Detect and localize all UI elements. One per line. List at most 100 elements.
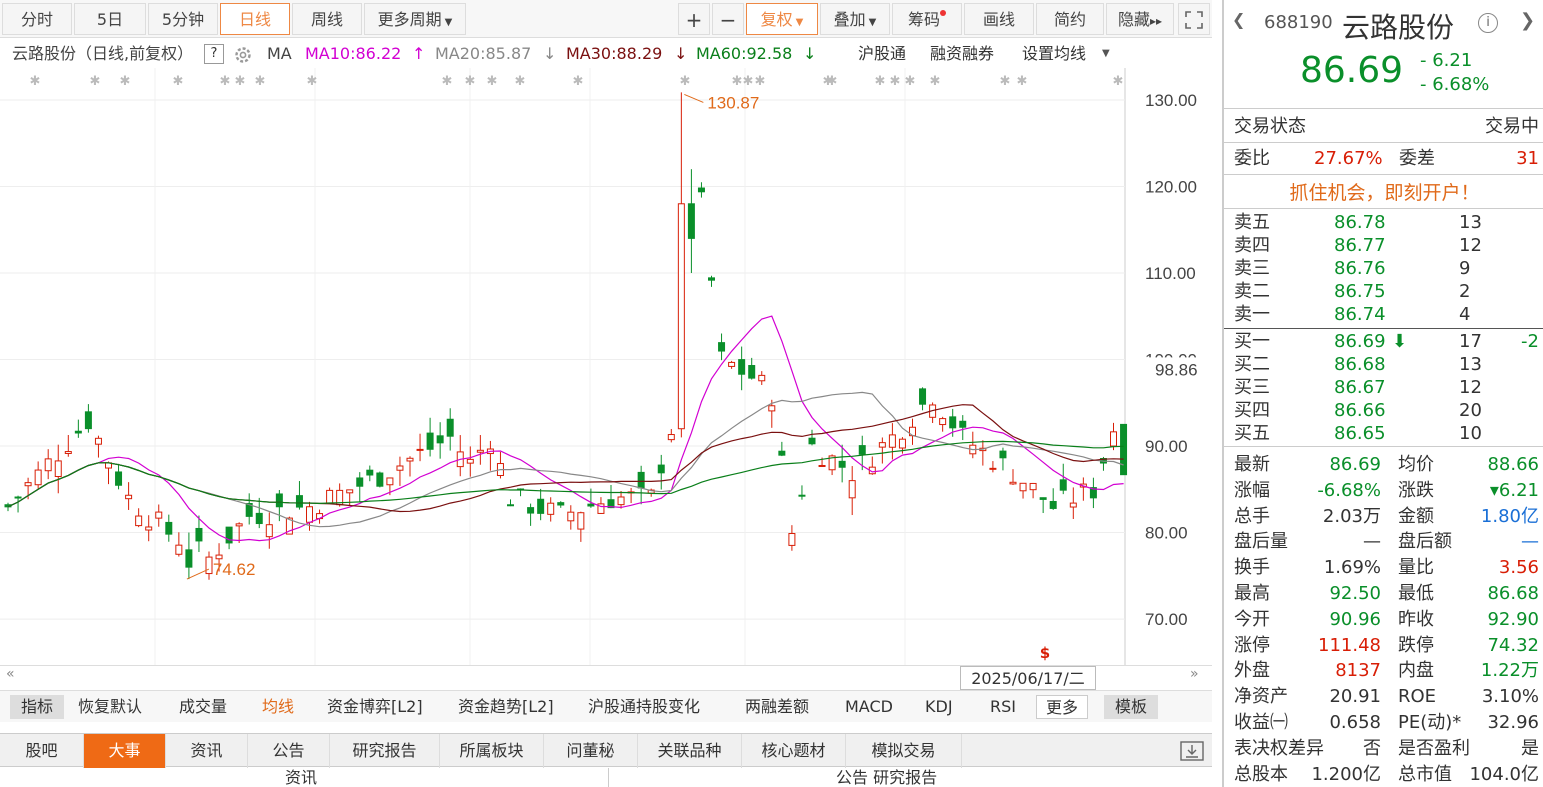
candle-body (989, 467, 997, 470)
ask-price: 86.77 (1334, 235, 1386, 256)
draw-button[interactable]: 画线 (964, 3, 1034, 35)
ma10-value: MA10:86.22 (305, 44, 402, 63)
ask-row[interactable]: 卖一 86.74 4 (1234, 303, 1539, 326)
ask-level: 卖二 (1234, 281, 1270, 302)
ask-row[interactable]: 卖三 86.76 9 (1234, 257, 1539, 280)
period-daily[interactable]: 日线 (220, 3, 290, 35)
indicator-tab[interactable]: 沪股通持股变化 (588, 695, 700, 719)
fullscreen-icon[interactable] (1178, 3, 1210, 35)
ask-row[interactable]: 卖二 86.75 2 (1234, 280, 1539, 303)
chevron-down-icon: ▼ (795, 17, 804, 28)
ask-volume: 2 (1459, 281, 1471, 302)
bid-row[interactable]: 买二 86.68 13 (1234, 353, 1539, 376)
zoom-out-button[interactable]: − (712, 3, 744, 35)
ask-row[interactable]: 卖五 86.78 13 (1234, 211, 1539, 234)
tab-guba[interactable]: 股吧 (0, 734, 84, 768)
tab-themes[interactable]: 核心题材 (742, 734, 846, 768)
scroll-left-icon[interactable]: « (6, 666, 15, 682)
weicha-value: 31 (1516, 148, 1539, 169)
tab-sectors[interactable]: 所属板块 (440, 734, 544, 768)
event-marker-icon: ✱ (890, 74, 901, 89)
candle-body (346, 489, 354, 494)
event-marker-icon: ✱ (173, 74, 184, 89)
indicator-tab[interactable]: 恢复默认 (78, 695, 142, 719)
download-icon[interactable] (1180, 741, 1204, 761)
scroll-right-icon[interactable]: » (1190, 666, 1199, 682)
tab-research[interactable]: 研究报告 (330, 734, 440, 768)
indicator-tab[interactable]: 成交量 (179, 695, 227, 719)
bid-row[interactable]: 买三 86.67 12 (1234, 376, 1539, 399)
stat-row: 表决权差异 否 是否盈利 是 (1234, 736, 1539, 762)
candle-body (64, 451, 72, 454)
indicator-tab[interactable]: 资金趋势[L2] (458, 695, 554, 719)
hgt-link[interactable]: 沪股通 (858, 40, 906, 68)
indicator-tab[interactable]: 均线 (262, 695, 294, 719)
stat-label: 量比 (1398, 557, 1434, 579)
stat-label: 是否盈利 (1398, 737, 1470, 759)
ask-row[interactable]: 卖四 86.77 12 (1234, 234, 1539, 257)
bid-row[interactable]: 买五 86.65 10 (1234, 422, 1539, 445)
overlay-button[interactable]: 叠加 ▼ (820, 3, 890, 35)
template-button[interactable]: 模板 (1104, 695, 1158, 719)
indicator-tab[interactable]: 资金博弈[L2] (327, 695, 423, 719)
bid-row[interactable]: 买四 86.66 20 (1234, 399, 1539, 422)
candle-body (697, 187, 705, 193)
stat-row: 涨停 111.48 跌停 74.32 (1234, 633, 1539, 659)
tab-news[interactable]: 资讯 (166, 734, 248, 768)
tab-events[interactable]: 大事 (84, 734, 166, 768)
period-fenshi[interactable]: 分时 (2, 3, 72, 35)
candle-body (1039, 497, 1047, 500)
indicator-tab[interactable]: MACD (845, 695, 893, 719)
event-marker-icon: ✱ (235, 74, 246, 89)
news-panel-title: 资讯 (285, 768, 318, 787)
back-chevron-icon[interactable]: ❮ (1232, 10, 1245, 29)
indicator-tab[interactable]: 指标 (10, 695, 64, 719)
indicator-tab[interactable]: KDJ (925, 695, 953, 719)
hide-button[interactable]: 隐藏▸▸ (1106, 3, 1174, 35)
period-5min[interactable]: 5分钟 (148, 3, 218, 35)
tab-simulated[interactable]: 模拟交易 (846, 734, 962, 768)
adjust-button[interactable]: 复权 ▼ (746, 3, 818, 35)
tab-related[interactable]: 关联品种 (638, 734, 742, 768)
candle-body (1029, 482, 1037, 491)
forward-chevron-icon[interactable]: ❯ (1520, 10, 1535, 31)
chips-button[interactable]: 筹码 (892, 3, 962, 35)
news-tabs: 股吧 大事 资讯 公告 研究报告 所属板块 问董秘 关联品种 核心题材 模拟交易 (0, 733, 1212, 768)
event-marker-icon: ✱ (827, 74, 838, 89)
help-icon[interactable]: ? (204, 44, 224, 64)
period-weekly[interactable]: 周线 (292, 3, 362, 35)
simple-button[interactable]: 简约 (1036, 3, 1104, 35)
info-icon[interactable]: i (1478, 13, 1498, 33)
stat-value: 3.56 (1498, 557, 1539, 579)
zoom-in-button[interactable]: + (678, 3, 710, 35)
tab-announcements[interactable]: 公告 (248, 734, 330, 768)
candle-body (788, 533, 796, 546)
open-account-link[interactable]: 抓住机会，即刻开户！ (1224, 178, 1543, 205)
stat-label: 盘后额 (1398, 531, 1452, 553)
ma-setting-button[interactable]: 设置均线 (1022, 40, 1086, 68)
y-tick-label: 80.00 (1145, 524, 1188, 543)
stat-value: 2.03万 (1322, 505, 1381, 527)
candle-body (215, 554, 223, 560)
period-more[interactable]: 更多周期 ▼ (364, 3, 466, 35)
stat-value: 92.50 (1329, 583, 1381, 604)
stat-row: 外盘 8137 内盘 1.22万 (1234, 658, 1539, 684)
event-marker-icon: ✱ (1113, 74, 1124, 89)
indicator-tab[interactable]: 两融差额 (745, 695, 809, 719)
stat-row: 最高 92.50 最低 86.68 (1234, 581, 1539, 607)
more-indicators-button[interactable]: 更多 (1036, 695, 1088, 719)
indicator-tab[interactable]: RSI (990, 695, 1016, 719)
period-5day[interactable]: 5日 (74, 3, 146, 35)
margin-link[interactable]: 融资融券 (930, 40, 994, 68)
chart-scrollbar[interactable]: « 2025/06/17/二 » (0, 665, 1212, 690)
ma60-line (7, 440, 1124, 508)
candlestick-chart[interactable]: 130.00120.00110.00100.0090.0080.0070.001… (0, 68, 1212, 665)
arrow-down-icon: ⬇ (1392, 331, 1408, 352)
event-marker-icon: ✱ (905, 74, 916, 89)
bid-row[interactable]: 买一 86.69 ⬇ 17 -2 (1234, 330, 1539, 353)
stat-value: 0.658 (1329, 712, 1381, 733)
tab-qa[interactable]: 问董秘 (544, 734, 638, 768)
ma30-value: MA30:88.29 (566, 44, 663, 63)
candle-body (115, 471, 123, 486)
ask-price: 86.78 (1334, 212, 1386, 233)
